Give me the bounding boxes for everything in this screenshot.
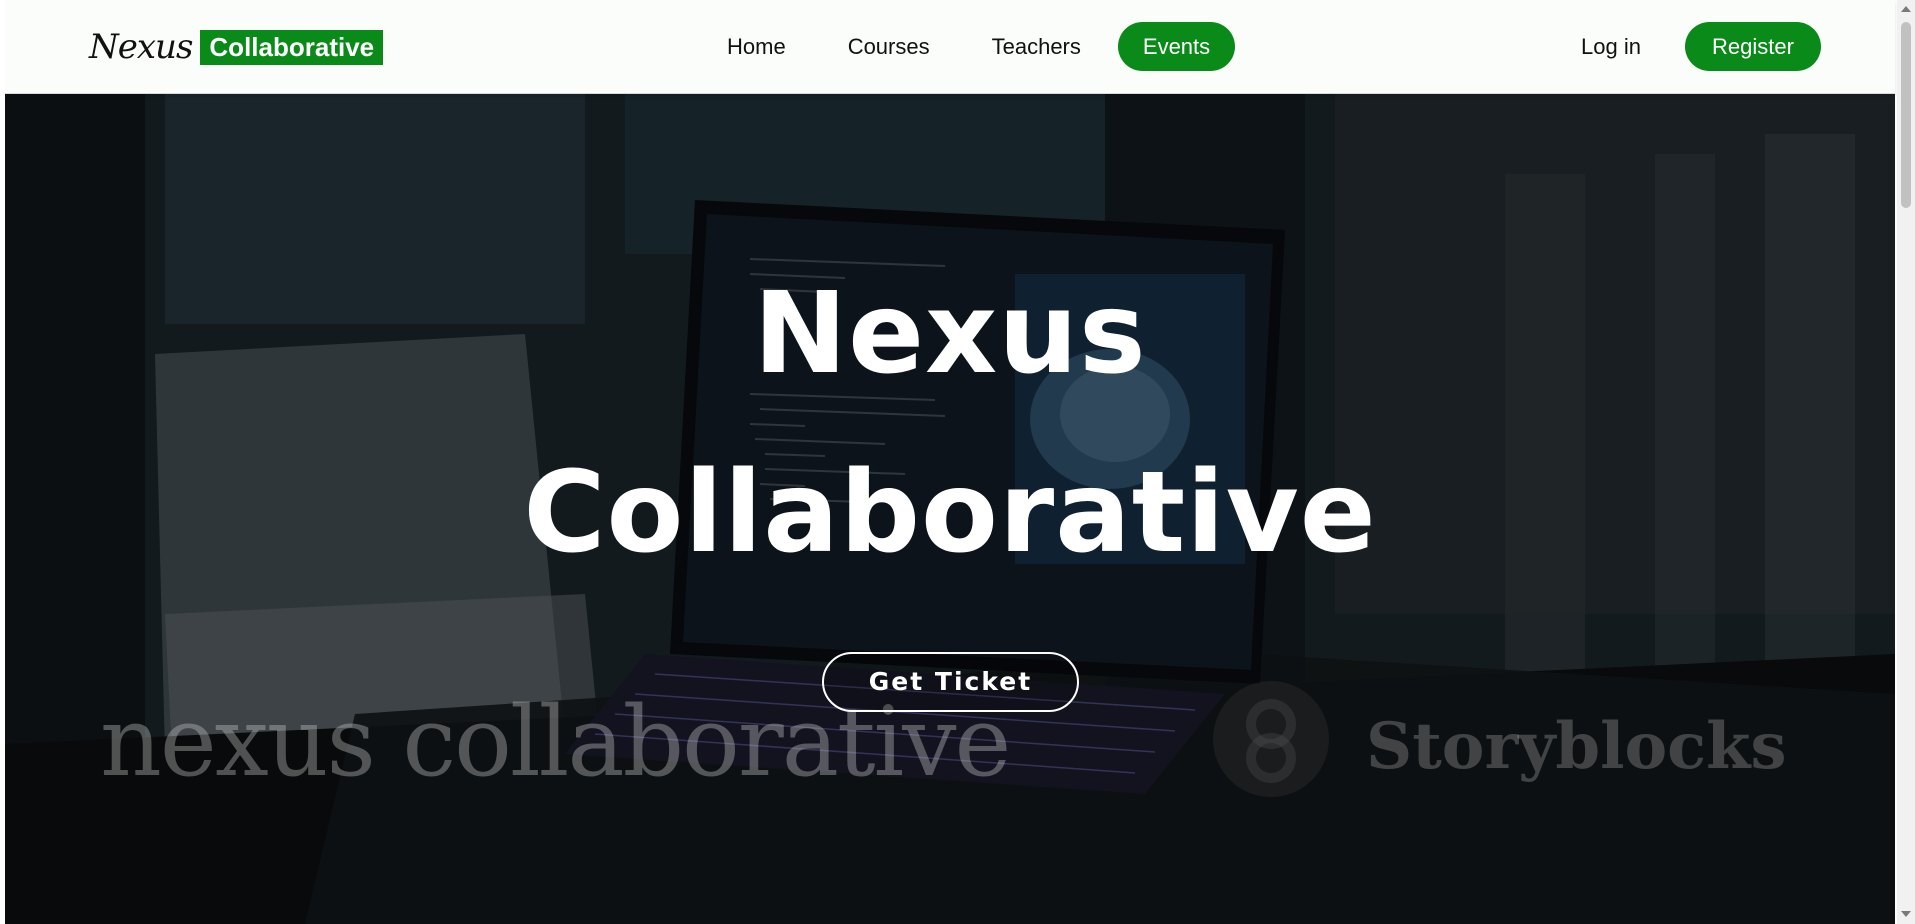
nav-link-events[interactable]: Events [1117,22,1236,71]
nav-link-teachers[interactable]: Teachers [961,22,1112,71]
hero-title-line2: Collaborative [523,448,1377,578]
get-ticket-button[interactable]: Get Ticket [822,652,1079,712]
triangle-down-icon[interactable] [1901,911,1911,917]
hero-watermark-brand: Storyblocks [1228,687,1786,805]
nav-link-courses[interactable]: Courses [817,22,961,71]
scrollbar-thumb[interactable] [1901,22,1911,208]
storyblocks-logo-icon [1228,687,1346,805]
hero-title-line1: Nexus [753,269,1147,399]
page: Nexus Collaborative Home Courses Teacher… [0,0,1915,924]
watermark-brand-text: Storyblocks [1366,708,1787,784]
window-left-edge [0,0,5,924]
register-button[interactable]: Register [1685,22,1821,71]
triangle-up-icon[interactable] [1901,6,1911,12]
hero-section: nexus collaborative Storyblocks Nexus Co… [5,94,1895,924]
nav-link-home[interactable]: Home [696,22,817,71]
logo-script-text: Nexus [89,27,193,67]
vertical-scrollbar[interactable] [1897,0,1915,924]
main-nav: Home Courses Teachers Events [696,22,1236,71]
site-logo[interactable]: Nexus Collaborative [89,26,384,68]
login-link[interactable]: Log in [1581,22,1641,71]
top-navbar: Nexus Collaborative Home Courses Teacher… [5,0,1895,94]
logo-box-text: Collaborative [200,29,384,65]
